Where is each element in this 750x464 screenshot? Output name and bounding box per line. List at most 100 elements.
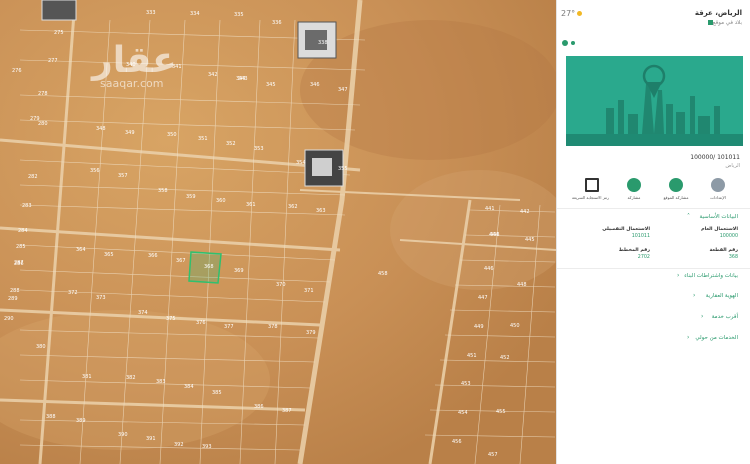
- plot-number-label: 458: [378, 271, 388, 277]
- plot-number-label: 280: [38, 121, 48, 127]
- plot-number-label: 336: [272, 20, 282, 26]
- panel-header: 27° الرياض، عرقة بلاد في موقع: [557, 0, 750, 30]
- location-title: الرياض، عرقة: [694, 9, 742, 17]
- action-buttons: رمز الاستجابة السريعة مشاركة مشاركة المو…: [572, 178, 735, 200]
- plot-number-label: 354: [296, 160, 306, 166]
- plot-number-label: 278: [38, 91, 48, 97]
- chevron-up-icon[interactable]: ˄: [687, 213, 690, 220]
- detailed-use-field: الاستعمال التفصيلي 101011: [602, 227, 650, 239]
- plot-number-label: 377: [224, 324, 234, 330]
- plot-number-label: 275: [54, 30, 64, 36]
- detailed-use-value: 101011: [631, 234, 650, 239]
- action-label: مشاركة الموقع: [663, 195, 689, 200]
- qr-code-icon: [585, 178, 599, 192]
- chevron-down-icon[interactable]: ›: [687, 334, 689, 341]
- watermark-logo-text: عقار: [92, 40, 177, 81]
- action-label: مشاركة: [627, 195, 641, 200]
- plot-number-label: 360: [216, 198, 226, 204]
- section-nearby-services[interactable]: الخدمات من حولي: [695, 335, 738, 341]
- plot-number-label: 365: [104, 252, 114, 258]
- plot-number-label: 392: [174, 442, 184, 448]
- plot-number-label: 391: [146, 436, 156, 442]
- plot-number-label: 342: [208, 72, 218, 78]
- settings-button[interactable]: الإعدادات: [701, 178, 735, 200]
- plot-number-label: 456: [452, 439, 462, 445]
- city-name: الرياض: [725, 163, 740, 169]
- plot-number-label: 282: [28, 174, 38, 180]
- plot-number-label: 362: [288, 204, 298, 210]
- chevron-down-icon[interactable]: ›: [677, 272, 679, 279]
- bookmark-icon: [669, 178, 683, 192]
- plot-number-label: 346: [310, 82, 320, 88]
- map-canvas[interactable]: 333 334 335336275276277278279280338340 3413…: [0, 0, 556, 464]
- section-property-identity[interactable]: الهوية العقارية: [706, 293, 738, 299]
- plot-number-label: 288: [10, 288, 20, 294]
- weather-widget: 27°: [561, 9, 583, 18]
- temperature-value: 27°: [561, 9, 576, 18]
- location-subtitle: بلاد في موقع: [706, 20, 742, 26]
- plot-number-label: 345: [266, 82, 276, 88]
- qr-code-button[interactable]: رمز الاستجابة السريعة: [572, 178, 609, 200]
- plot-number-label: 371: [304, 288, 314, 294]
- plot-number-label: 454: [458, 410, 468, 416]
- divider: [557, 268, 750, 269]
- general-use-value: 100000: [719, 234, 738, 239]
- plot-number-label: 349: [125, 130, 135, 136]
- plot-number-label: 335: [234, 12, 244, 18]
- general-use-field: الاستعمال العام 100000: [701, 227, 738, 239]
- plot-number-label: 334: [190, 11, 200, 17]
- plot-number-label: 383: [156, 379, 166, 385]
- plot-number-label: 370: [276, 282, 286, 288]
- plot-number-label: 375: [166, 316, 176, 322]
- plot-number-label: 284: [18, 228, 28, 234]
- plot-number-label: 357: [118, 173, 128, 179]
- close-icon[interactable]: [562, 40, 568, 46]
- plot-number-label: 453: [461, 381, 471, 387]
- plot-number-label: 449: [474, 324, 484, 330]
- detailed-use-label: الاستعمال التفصيلي: [602, 227, 650, 232]
- plot-number-label: 386: [254, 404, 264, 410]
- site-watermark: عقار saaqar.com: [92, 40, 177, 90]
- plot-number-label: 363: [316, 208, 326, 214]
- chevron-down-icon[interactable]: ›: [701, 313, 703, 320]
- plot-number-label: 277: [48, 58, 58, 64]
- section-basic-info[interactable]: البيانات الأساسية: [700, 214, 739, 220]
- plot-number-label: 276: [12, 68, 22, 74]
- share-icon: [627, 178, 641, 192]
- skyline-illustration: [566, 56, 743, 146]
- plot-number-label: 344: [236, 76, 246, 82]
- chevron-down-icon[interactable]: ›: [693, 292, 695, 299]
- plot-number-label: 356: [90, 168, 100, 174]
- plot-number-label: 380: [36, 344, 46, 350]
- plot-number-label: 333: [146, 10, 156, 16]
- plot-number-label: 447: [478, 295, 488, 301]
- plot-number-label: 358: [158, 188, 168, 194]
- plot-number-label: 366: [148, 253, 158, 259]
- plot-number-label: 455: [496, 409, 506, 415]
- plot-number-label: 384: [184, 384, 194, 390]
- plot-number-label: 379: [306, 330, 316, 336]
- expand-icon[interactable]: [571, 41, 575, 45]
- plot-number-label: 385: [212, 390, 222, 396]
- plot-number-label: 376: [196, 320, 206, 326]
- plot-number-label: 285: [16, 244, 26, 250]
- plot-number-label: 287: [14, 260, 24, 266]
- plot-number-label: 389: [76, 418, 86, 424]
- section-building-requirements[interactable]: بيانات واشتراطات البناء: [684, 273, 738, 279]
- land-use-code: 100000/ 101011: [690, 154, 740, 161]
- divider: [557, 208, 750, 209]
- plot-number-label: 289: [8, 296, 18, 302]
- share-button[interactable]: مشاركة: [617, 178, 651, 200]
- plot-number-field: رقم القطعة 368: [709, 248, 738, 260]
- plot-number-label: 290: [4, 316, 14, 322]
- section-nearest-service[interactable]: أقرب خدمة: [712, 314, 738, 320]
- plot-number-label: 364: [76, 247, 86, 253]
- sun-icon: [577, 11, 583, 16]
- plot-number-label: 387: [282, 408, 292, 414]
- plot-number-label: 355: [338, 166, 348, 172]
- plot-number-value: 368: [728, 255, 738, 260]
- plot-number-label: 452: [500, 355, 510, 361]
- plot-number-label: 359: [186, 194, 196, 200]
- bookmark-button[interactable]: مشاركة الموقع: [659, 178, 693, 200]
- satellite-map[interactable]: 333 334 335 336 275 276 277 278 279 280 338 340 341 3…: [0, 0, 556, 464]
